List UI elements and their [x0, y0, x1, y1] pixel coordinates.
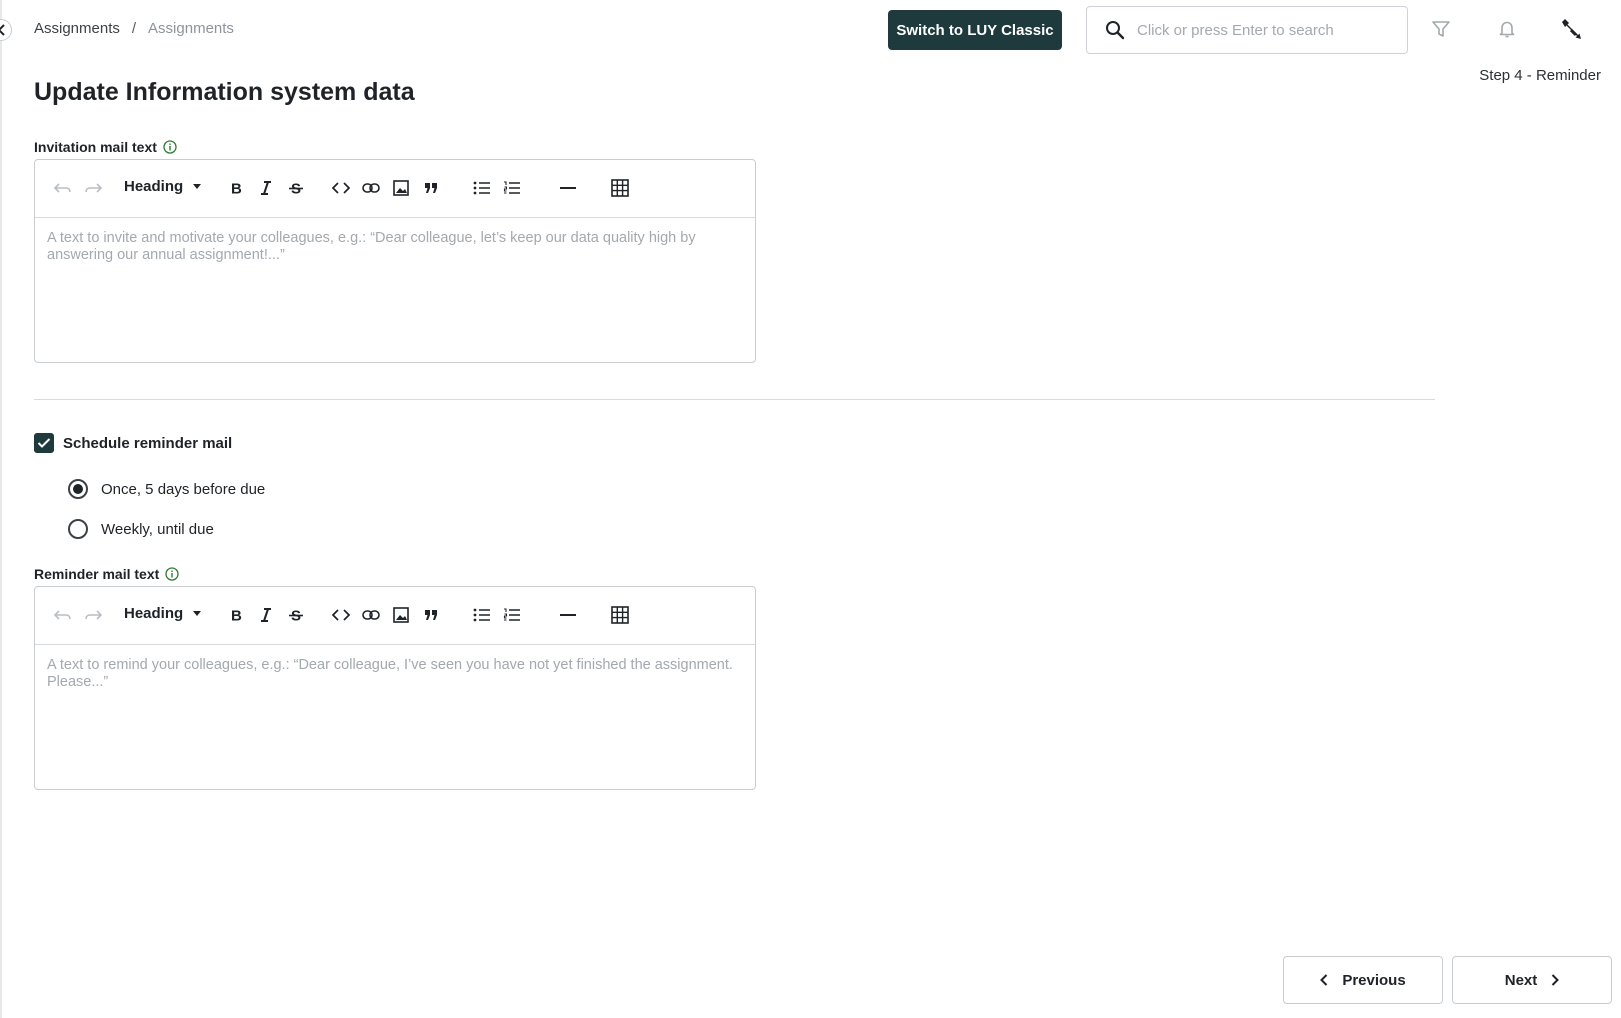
- info-icon[interactable]: [163, 140, 177, 154]
- heading-dropdown[interactable]: Heading: [124, 605, 202, 622]
- reminder-label: Reminder mail text: [34, 566, 179, 582]
- section-divider: [34, 399, 1435, 400]
- strikethrough-icon[interactable]: S: [284, 176, 308, 200]
- italic-icon[interactable]: [254, 603, 278, 627]
- previous-button-label: Previous: [1342, 971, 1406, 989]
- link-icon[interactable]: [359, 176, 383, 200]
- heading-dropdown[interactable]: Heading: [124, 178, 202, 195]
- breadcrumb-separator: /: [131, 20, 137, 37]
- bell-icon: [1499, 21, 1515, 38]
- info-icon[interactable]: [165, 567, 179, 581]
- redo-icon[interactable]: [81, 603, 105, 627]
- heading-dropdown-label: Heading: [124, 605, 184, 622]
- table-icon[interactable]: [608, 603, 632, 627]
- breadcrumb-item-assignments[interactable]: Assignments: [34, 20, 120, 37]
- next-button-label: Next: [1504, 971, 1538, 989]
- bold-icon[interactable]: B: [224, 176, 248, 200]
- radio-once-label: Once, 5 days before due: [101, 480, 266, 498]
- reminder-editor[interactable]: Heading B S A text to remind your collea…: [34, 586, 756, 790]
- invitation-text-area[interactable]: A text to invite and motivate your colle…: [35, 218, 755, 363]
- strikethrough-icon[interactable]: S: [284, 603, 308, 627]
- chevron-down-icon: [193, 611, 202, 616]
- radio-once[interactable]: Once, 5 days before due: [68, 479, 265, 499]
- page-title: Update Information system data: [34, 78, 415, 106]
- bold-icon[interactable]: B: [224, 603, 248, 627]
- sidebar-edge: [0, 0, 2, 1018]
- undo-icon[interactable]: [51, 176, 75, 200]
- chevron-left-icon: [1320, 974, 1328, 986]
- quote-icon[interactable]: [419, 603, 443, 627]
- editor-toolbar: Heading B S: [35, 587, 755, 645]
- numbered-list-icon[interactable]: [500, 176, 524, 200]
- link-icon[interactable]: [359, 603, 383, 627]
- invitation-label-text: Invitation mail text: [34, 139, 157, 155]
- svg-text:B: B: [231, 608, 242, 622]
- step-indicator: Step 4 - Reminder: [1479, 67, 1601, 84]
- radio-weekly-label: Weekly, until due: [101, 520, 214, 538]
- chevron-left-icon: [0, 24, 5, 36]
- search-icon: [1106, 21, 1125, 40]
- switch-to-classic-button[interactable]: Switch to LUY Classic: [888, 10, 1062, 50]
- italic-icon[interactable]: [254, 176, 278, 200]
- invitation-label: Invitation mail text: [34, 139, 177, 155]
- breadcrumb: Assignments / Assignments: [34, 20, 234, 37]
- editor-toolbar: Heading B S: [35, 160, 755, 218]
- previous-button[interactable]: Previous: [1283, 956, 1443, 1004]
- filter-button[interactable]: [1426, 14, 1456, 44]
- wrench-icon: [1562, 19, 1581, 39]
- bullet-list-icon[interactable]: [470, 176, 494, 200]
- radio-selected[interactable]: [68, 479, 88, 499]
- invitation-editor[interactable]: Heading B S A text to invite and motivat…: [34, 159, 756, 363]
- undo-icon[interactable]: [51, 603, 75, 627]
- next-button[interactable]: Next: [1452, 956, 1612, 1004]
- heading-dropdown-label: Heading: [124, 178, 184, 195]
- check-icon: [37, 438, 51, 448]
- code-icon[interactable]: [329, 603, 353, 627]
- breadcrumb-item-current: Assignments: [148, 20, 234, 37]
- horizontal-rule-icon[interactable]: [556, 603, 580, 627]
- table-icon[interactable]: [608, 176, 632, 200]
- image-icon[interactable]: [389, 176, 413, 200]
- notifications-button[interactable]: [1492, 14, 1522, 44]
- radio-weekly[interactable]: Weekly, until due: [68, 519, 214, 539]
- reminder-label-text: Reminder mail text: [34, 566, 160, 582]
- image-icon[interactable]: [389, 603, 413, 627]
- schedule-reminder-checkbox[interactable]: Schedule reminder mail: [34, 433, 232, 453]
- search-input[interactable]: [1137, 21, 1397, 39]
- svg-text:B: B: [231, 181, 242, 195]
- checkbox-checked[interactable]: [34, 433, 54, 453]
- bullet-list-icon[interactable]: [470, 603, 494, 627]
- code-icon[interactable]: [329, 176, 353, 200]
- redo-icon[interactable]: [81, 176, 105, 200]
- reminder-text-area[interactable]: A text to remind your colleagues, e.g.: …: [35, 645, 755, 790]
- radio-unselected[interactable]: [68, 519, 88, 539]
- chevron-down-icon: [193, 184, 202, 189]
- collapse-sidebar-button[interactable]: [0, 19, 12, 41]
- schedule-reminder-label: Schedule reminder mail: [63, 434, 233, 452]
- admin-button[interactable]: [1556, 14, 1586, 44]
- chevron-right-icon: [1552, 974, 1560, 986]
- numbered-list-icon[interactable]: [500, 603, 524, 627]
- filter-icon: [1432, 21, 1450, 37]
- search-box[interactable]: [1086, 6, 1408, 54]
- horizontal-rule-icon[interactable]: [556, 176, 580, 200]
- quote-icon[interactable]: [419, 176, 443, 200]
